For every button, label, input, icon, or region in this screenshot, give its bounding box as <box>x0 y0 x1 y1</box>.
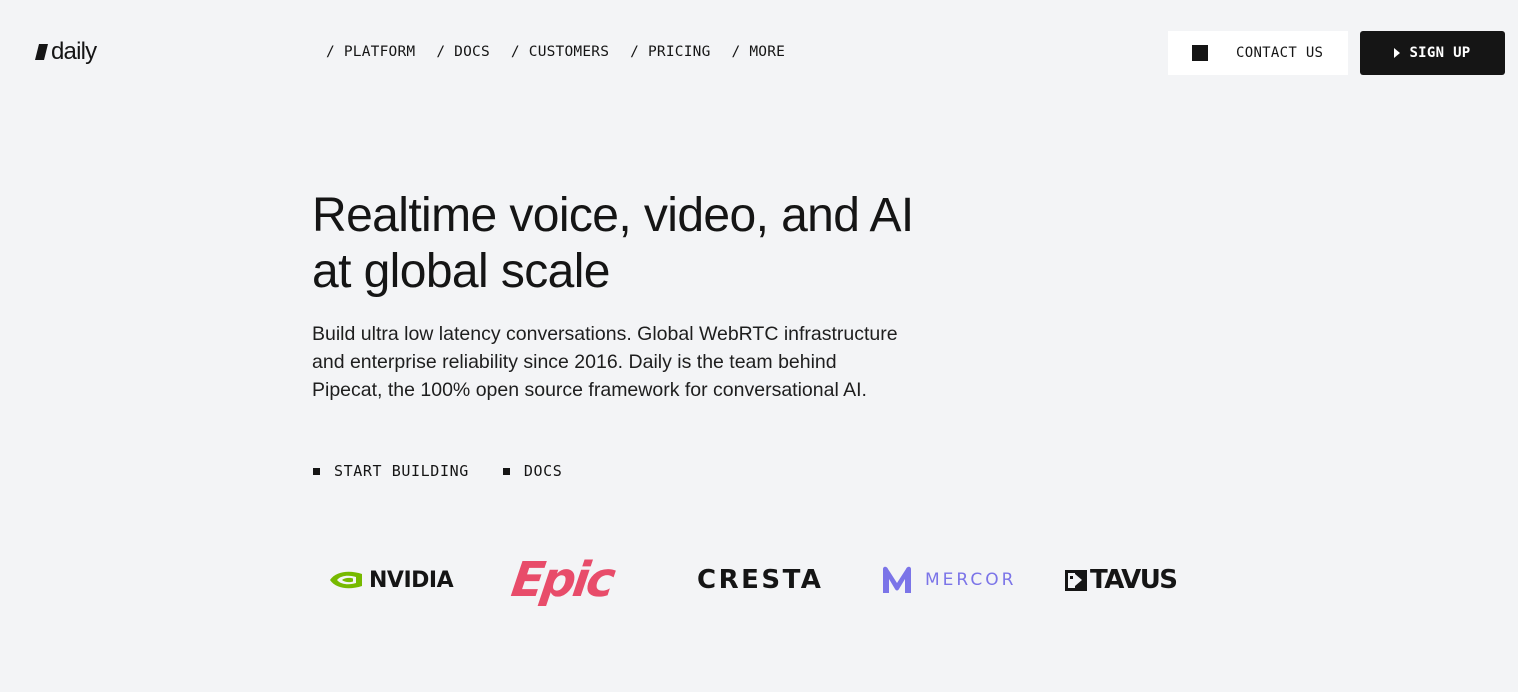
mercor-logo: MERCOR <box>880 552 1016 608</box>
contact-us-label: CONTACT US <box>1236 45 1324 61</box>
epic-logo: Epic <box>508 552 616 608</box>
start-building-label: START BUILDING <box>334 462 469 480</box>
nvidia-logo: NVIDIA <box>328 552 454 608</box>
nav-item-docs[interactable]: / DOCS <box>436 43 490 61</box>
hero-cta-row: START BUILDING DOCS <box>313 462 562 480</box>
nav-item-more[interactable]: / MORE <box>732 43 786 61</box>
tavus-wordmark: TAVUS <box>1090 565 1178 595</box>
epic-wordmark: Epic <box>508 552 616 608</box>
docs-label: DOCS <box>523 462 563 480</box>
contact-us-button[interactable]: CONTACT US <box>1168 31 1348 75</box>
play-triangle-icon <box>1394 48 1401 58</box>
sign-up-button[interactable]: SIGN UP <box>1360 31 1505 75</box>
hero-subtitle: Build ultra low latency conversations. G… <box>312 323 898 401</box>
nvidia-wordmark: NVIDIA <box>369 567 454 593</box>
tavus-logo: TAVUS <box>1064 552 1178 608</box>
cresta-logo: CRESTA <box>697 552 823 608</box>
hero-title: Realtime voice, video, and AI at global … <box>312 189 914 298</box>
nav-item-platform[interactable]: / PLATFORM <box>326 43 415 61</box>
mercor-wordmark: MERCOR <box>925 570 1017 590</box>
mercor-m-icon <box>883 566 911 593</box>
daily-logo-icon <box>35 44 48 60</box>
start-building-link[interactable]: START BUILDING <box>313 462 469 480</box>
nvidia-eye-icon <box>330 571 362 589</box>
nav-item-customers[interactable]: / CUSTOMERS <box>511 43 609 61</box>
logo-text: daily <box>51 38 97 65</box>
square-icon <box>1192 45 1208 61</box>
tavus-face-icon <box>1065 570 1087 591</box>
docs-link[interactable]: DOCS <box>502 462 563 480</box>
square-bullet-icon <box>502 467 510 475</box>
daily-logo[interactable]: daily <box>34 38 97 66</box>
sign-up-label: SIGN UP <box>1409 45 1471 61</box>
main-nav: / PLATFORM / DOCS / CUSTOMERS / PRICING … <box>326 43 785 61</box>
cresta-wordmark: CRESTA <box>697 565 824 595</box>
square-bullet-icon <box>313 467 320 475</box>
nav-item-pricing[interactable]: / PRICING <box>630 43 710 61</box>
